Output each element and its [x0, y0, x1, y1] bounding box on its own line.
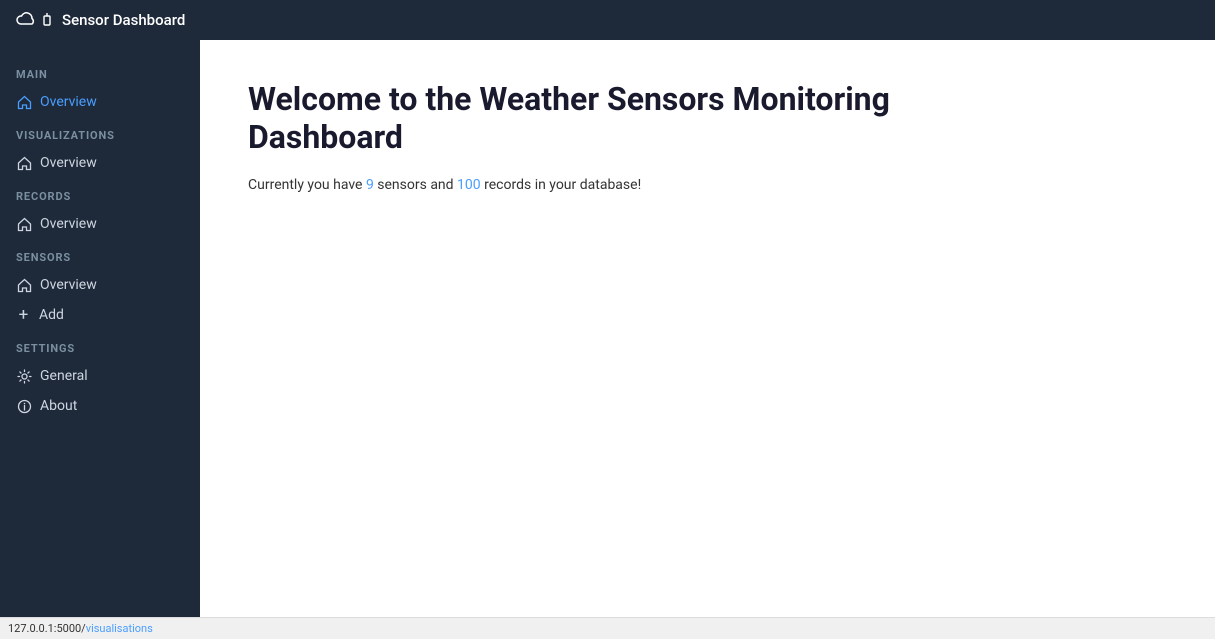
url-base: 127.0.0.1:5000/: [8, 622, 86, 635]
sidebar-item-main-overview[interactable]: Overview: [0, 87, 200, 117]
statusbar: 127.0.0.1:5000/visualisations: [0, 617, 1215, 639]
brand: Sensor Dashboard: [16, 11, 185, 29]
cloud-icon: [16, 12, 36, 28]
sidebar-item-label: General: [40, 368, 88, 384]
section-label-settings: SETTINGS: [0, 330, 200, 361]
section-label-sensors: SENSORS: [0, 239, 200, 270]
navbar-icons: [16, 12, 54, 28]
navbar-title: Sensor Dashboard: [62, 11, 185, 29]
sidebar-item-sensors-overview[interactable]: Overview: [0, 270, 200, 300]
sidebar-item-settings-about[interactable]: About: [0, 391, 200, 421]
app-body: MAIN Overview VISUALIZATIONS Overview RE…: [0, 40, 1215, 617]
sidebar-item-label: Overview: [40, 155, 97, 171]
home-icon: [16, 94, 32, 110]
sidebar-item-label: Add: [39, 307, 64, 323]
info-icon: [16, 398, 32, 414]
url-path: visualisations: [86, 622, 153, 635]
welcome-subtitle: Currently you have 9 sensors and 100 rec…: [248, 177, 1167, 193]
home-icon-sensors: [16, 277, 32, 293]
sidebar-item-label: Overview: [40, 277, 97, 293]
welcome-title: Welcome to the Weather Sensors Monitorin…: [248, 80, 948, 157]
sidebar-item-settings-general[interactable]: General: [0, 361, 200, 391]
main-content: Welcome to the Weather Sensors Monitorin…: [200, 40, 1215, 617]
plus-icon: +: [16, 308, 31, 323]
sidebar-item-viz-overview[interactable]: Overview: [0, 148, 200, 178]
section-label-visualizations: VISUALIZATIONS: [0, 117, 200, 148]
home-icon-viz: [16, 155, 32, 171]
sidebar-item-label: Overview: [40, 94, 97, 110]
sidebar-item-label: Overview: [40, 216, 97, 232]
gear-icon: [16, 368, 32, 384]
sidebar-item-records-overview[interactable]: Overview: [0, 209, 200, 239]
navbar: Sensor Dashboard: [0, 0, 1215, 40]
sidebar: MAIN Overview VISUALIZATIONS Overview RE…: [0, 40, 200, 617]
home-icon-records: [16, 216, 32, 232]
section-label-records: RECORDS: [0, 178, 200, 209]
sidebar-item-label: About: [40, 398, 77, 414]
sensor-icon: [40, 12, 54, 28]
sidebar-item-sensors-add[interactable]: + Add: [0, 300, 200, 330]
section-label-main: MAIN: [0, 56, 200, 87]
